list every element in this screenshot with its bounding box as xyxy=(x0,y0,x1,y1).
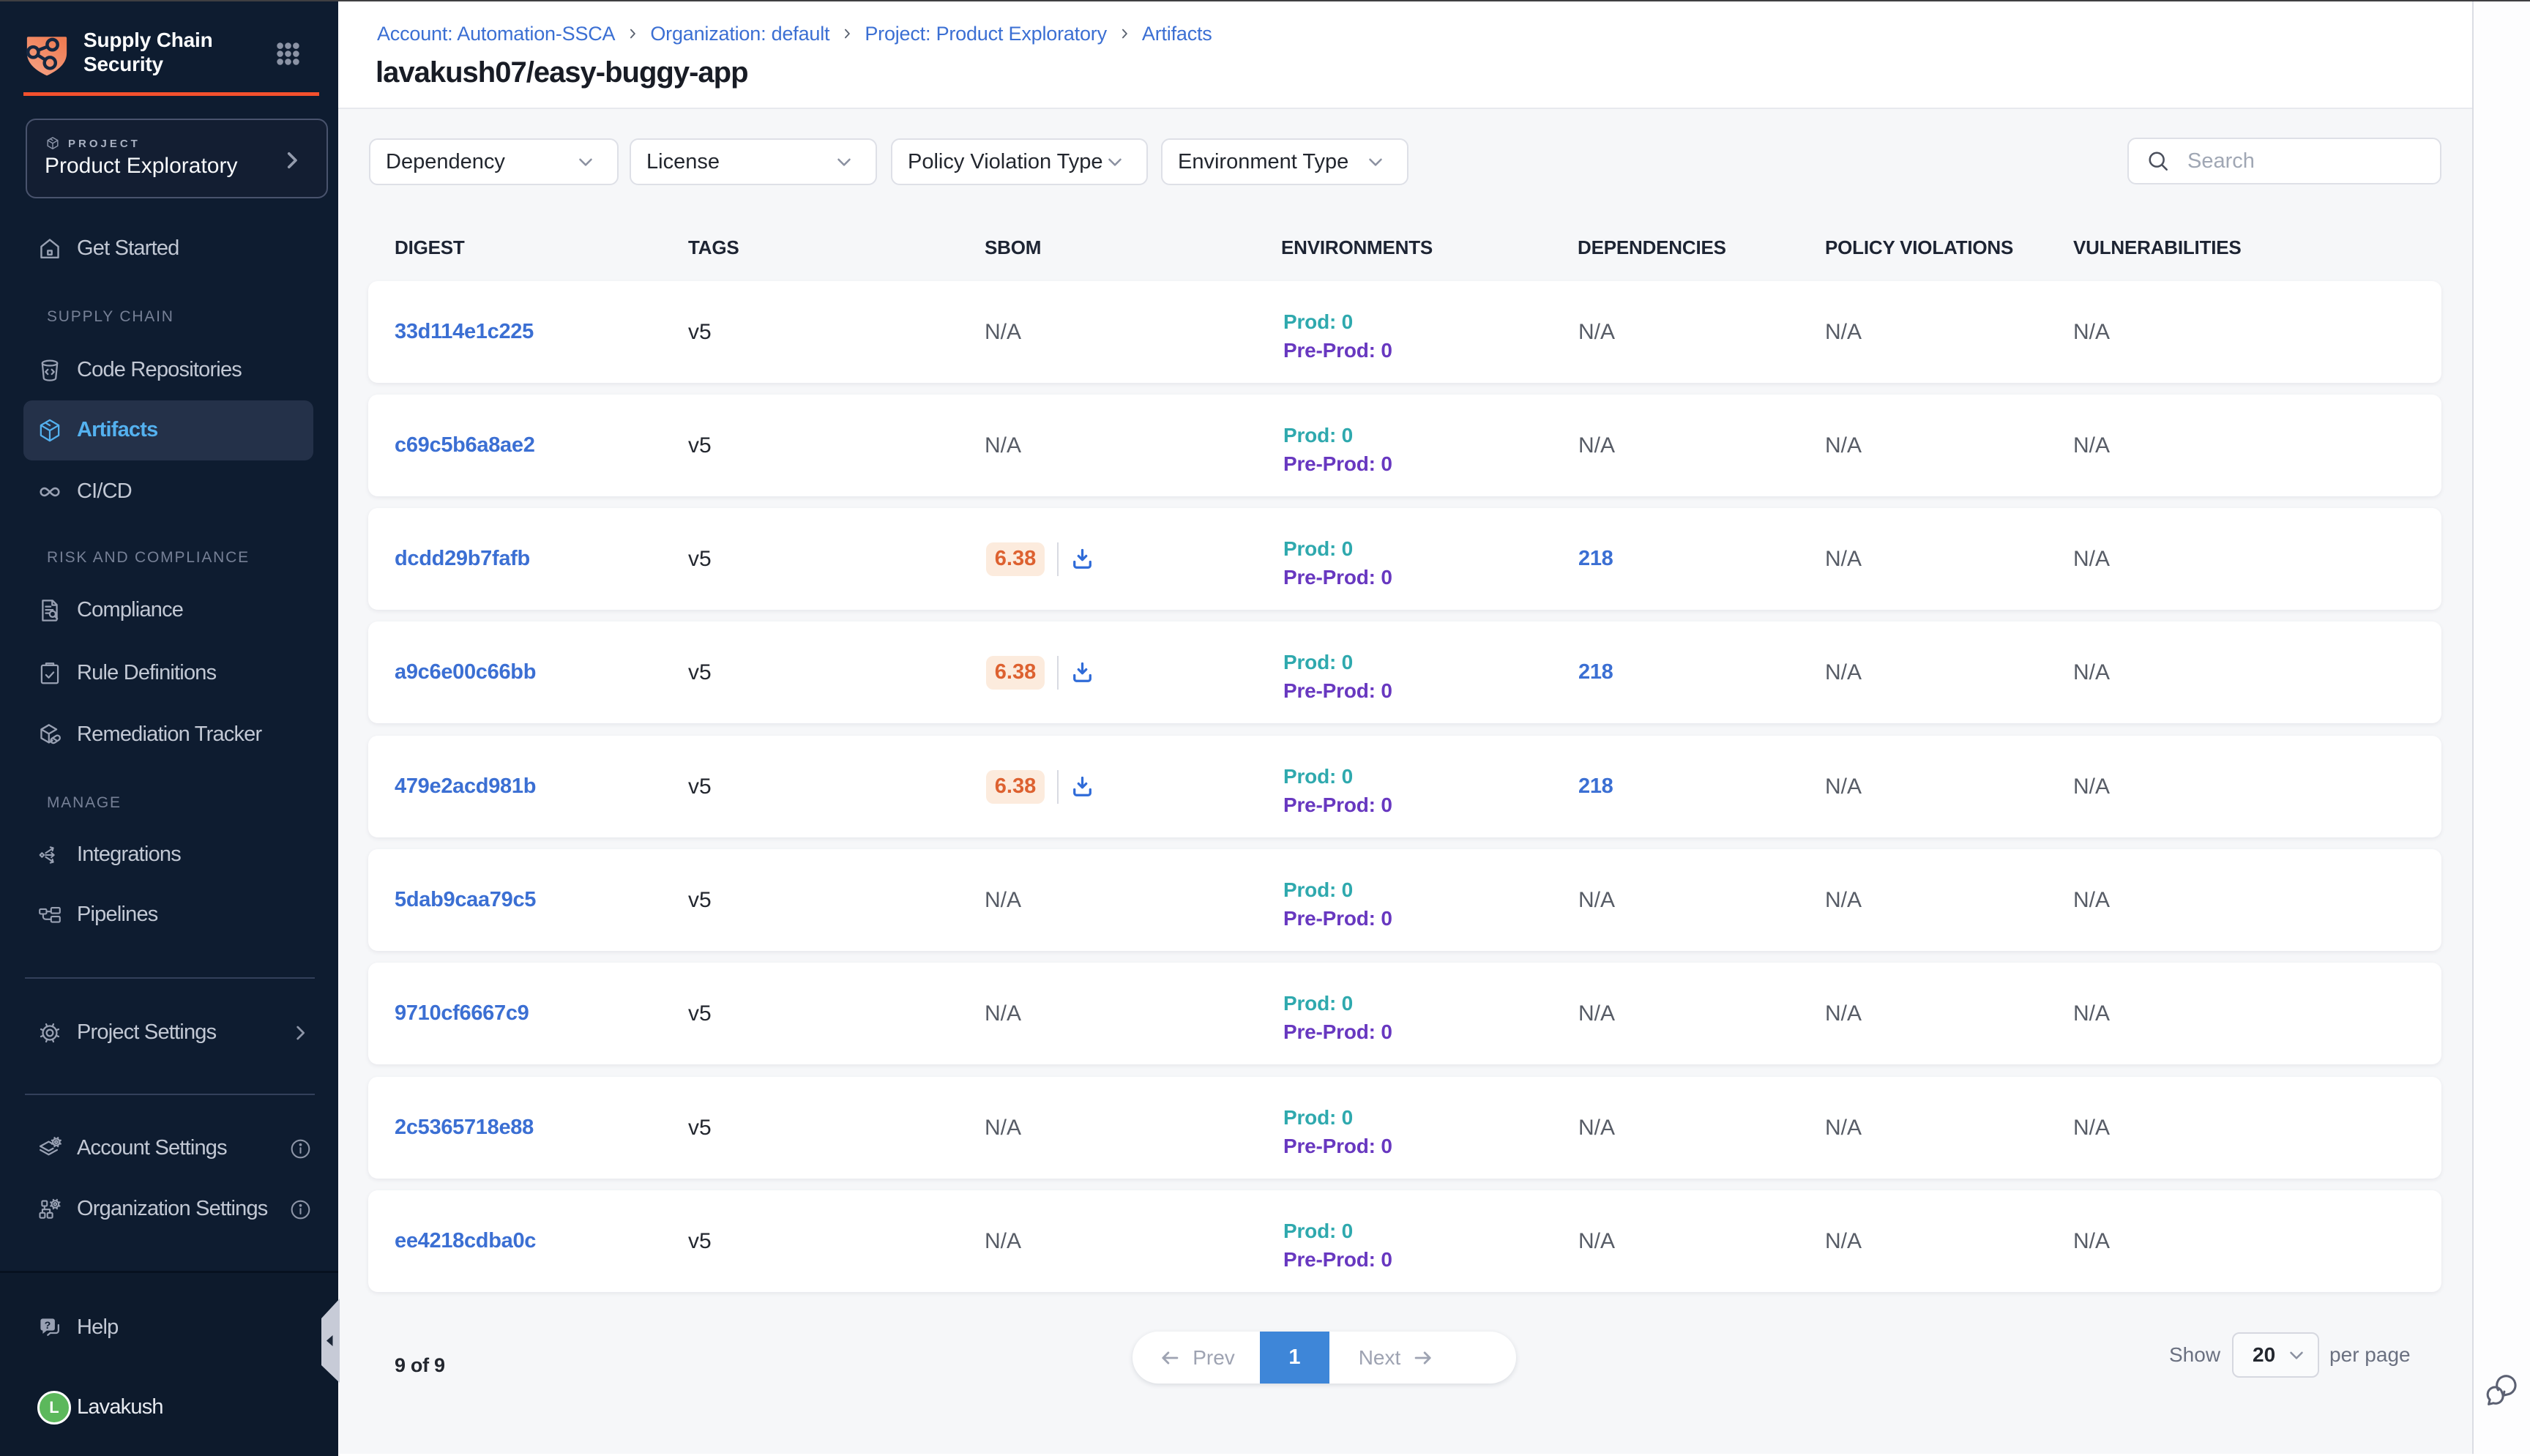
svg-text:?: ? xyxy=(45,1320,51,1332)
